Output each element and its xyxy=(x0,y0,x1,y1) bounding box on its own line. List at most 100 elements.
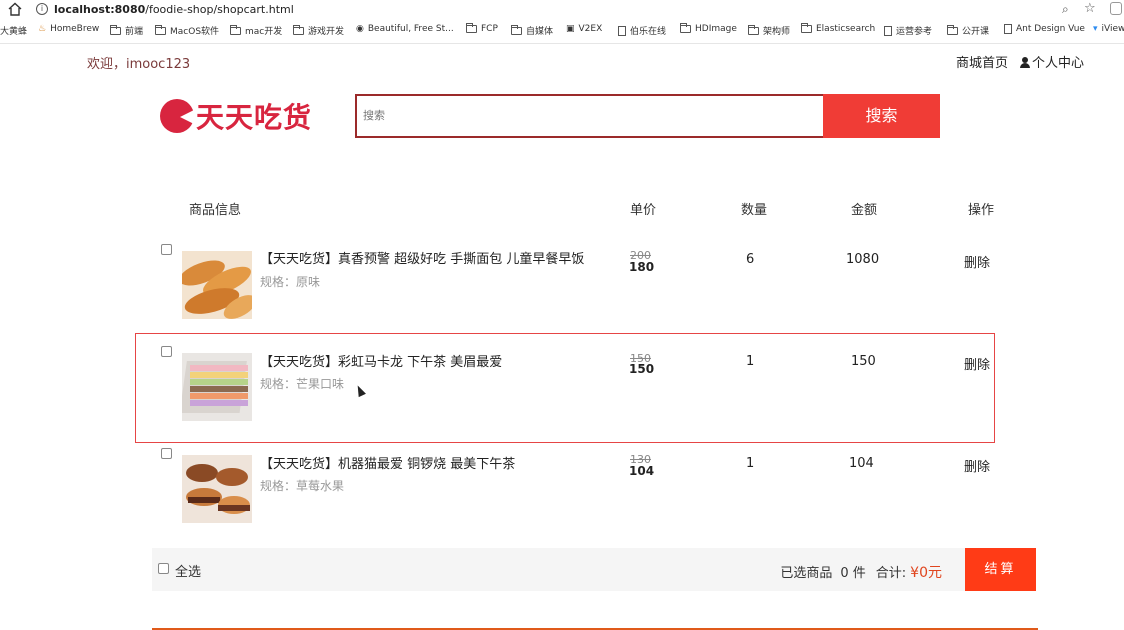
search-box xyxy=(355,94,823,138)
extension-shield-icon[interactable] xyxy=(1110,2,1122,15)
item-checkbox[interactable] xyxy=(161,448,172,459)
folder-icon xyxy=(466,23,477,33)
bookmark-label: Ant Design Vue xyxy=(1016,24,1085,34)
bookmark-item[interactable]: 大黄蜂 xyxy=(0,24,27,37)
bookmark-item[interactable]: 公开课 xyxy=(947,24,989,37)
header-product-info: 商品信息 xyxy=(189,203,242,218)
bookmark-item[interactable]: mac开发 xyxy=(230,24,282,37)
bookmark-item[interactable]: 游戏开发 xyxy=(293,24,344,37)
logo-mark-icon xyxy=(160,99,196,133)
amount-value: 150 xyxy=(851,354,876,369)
select-all-checkbox[interactable] xyxy=(158,563,169,574)
delete-button[interactable]: 删除 xyxy=(964,456,990,475)
bookmark-label: mac开发 xyxy=(245,27,283,37)
welcome-text: 欢迎，imooc123 xyxy=(87,57,191,72)
cart-row: 【天天吃货】真香预警 超级好吃 手撕面包 儿童早餐早饭 规格：原味 200 18… xyxy=(135,231,995,341)
page-icon xyxy=(618,25,626,36)
unit-price: 180 xyxy=(629,260,655,274)
logo-text: 天天吃货 xyxy=(196,101,313,134)
user-center-link[interactable]: 个人中心 xyxy=(1019,52,1084,71)
amount-value: 104 xyxy=(849,456,874,471)
bookmark-label: HDImage xyxy=(695,24,737,34)
url-path: /foodie-shop/shopcart.html xyxy=(145,3,294,16)
quantity-value: 6 xyxy=(746,252,755,267)
select-all-label[interactable]: 全选 xyxy=(175,561,201,580)
bookmark-label: 游戏开发 xyxy=(308,27,345,37)
bookmark-item[interactable]: FCP xyxy=(466,23,498,34)
zoom-icon[interactable]: ⌕ xyxy=(1062,2,1069,17)
product-spec: 规格：草莓水果 xyxy=(260,479,345,493)
macaron-image xyxy=(182,353,252,421)
folder-icon xyxy=(801,23,812,33)
amount-value: 1080 xyxy=(846,252,880,267)
quantity-value: 1 xyxy=(746,354,755,369)
product-image[interactable] xyxy=(182,353,252,421)
unit-price: 150 xyxy=(629,362,655,376)
bookmark-item[interactable]: Ant Design Vue xyxy=(1004,24,1085,34)
browser-chrome: i localhost:8080/foodie-shop/shopcart.ht… xyxy=(0,0,1124,44)
bookmark-item[interactable]: 伯乐在线 xyxy=(618,24,666,37)
item-checkbox[interactable] xyxy=(161,244,172,255)
product-name[interactable]: 【天天吃货】真香预警 超级好吃 手撕面包 儿童早餐早饭 xyxy=(260,248,584,267)
bookmark-item[interactable]: 自媒体 xyxy=(511,24,553,37)
cart-row: 【天天吃货】机器猫最爱 铜锣烧 最美下午茶 规格：草莓水果 130 104 1 … xyxy=(135,436,995,546)
product-name[interactable]: 【天天吃货】彩虹马卡龙 下午茶 美眉最爱 xyxy=(260,351,502,370)
bookmark-item[interactable]: ◉ Beautiful, Free St... xyxy=(356,24,454,34)
bookmark-item[interactable]: HDImage xyxy=(680,23,737,34)
bookmark-label: 运营参考 xyxy=(896,27,933,37)
item-checkbox[interactable] xyxy=(161,346,172,357)
selected-items-count: 0 件 xyxy=(840,566,866,581)
bookmarks-bar: 大黄蜂 ♨ HomeBrew 前端 MacOS软件 mac开发 游戏开发 ◉ Bea… xyxy=(0,22,1124,40)
product-image[interactable] xyxy=(182,251,252,319)
bookmark-label: 前端 xyxy=(125,27,144,37)
folder-icon xyxy=(680,23,691,33)
v2ex-icon: ▣ xyxy=(566,24,575,34)
bookmark-star-icon[interactable]: ☆ xyxy=(1084,1,1096,16)
url-host: localhost:8080 xyxy=(54,3,146,16)
bookmark-label: iView xyxy=(1101,24,1124,34)
bookmark-item[interactable]: 前端 xyxy=(110,24,143,37)
bookmark-item[interactable]: 架构师 xyxy=(748,24,790,37)
bookmark-label: Elasticsearch xyxy=(816,24,876,34)
home-icon[interactable] xyxy=(8,2,22,16)
address-bar[interactable]: i localhost:8080/foodie-shop/shopcart.ht… xyxy=(0,0,1124,20)
page-icon xyxy=(1004,24,1012,34)
folder-icon xyxy=(293,24,304,35)
checkout-button[interactable]: 结算 xyxy=(965,548,1036,591)
folder-icon xyxy=(511,24,522,35)
bookmark-label: 伯乐在线 xyxy=(630,27,667,37)
total-label: 合计: xyxy=(875,566,907,581)
cart-row-highlighted: 【天天吃货】彩虹马卡龙 下午茶 美眉最爱 规格：芒果口味 150 150 1 1… xyxy=(135,333,995,443)
page-icon xyxy=(884,25,892,36)
bookmark-label: V2EX xyxy=(578,24,603,34)
header-unit-price: 单价 xyxy=(630,203,657,218)
bookmark-label: 自媒体 xyxy=(526,27,554,37)
cart-summary: 已选商品 0 件 合计: ¥0元 xyxy=(780,562,942,582)
delete-button[interactable]: 删除 xyxy=(964,252,990,271)
selected-items-label: 已选商品 xyxy=(780,566,833,581)
bookmark-item[interactable]: 运营参考 xyxy=(884,24,932,37)
bookmark-label: HomeBrew xyxy=(50,24,100,34)
mall-home-link[interactable]: 商城首页 xyxy=(956,52,1008,71)
search-button[interactable]: 搜索 xyxy=(823,94,940,138)
product-name[interactable]: 【天天吃货】机器猫最爱 铜锣烧 最美下午茶 xyxy=(260,453,515,472)
dorayaki-image xyxy=(182,455,252,523)
bookmark-label: 公开课 xyxy=(962,27,990,37)
user-center-label: 个人中心 xyxy=(1031,56,1084,71)
bookmark-item[interactable]: MacOS软件 xyxy=(155,24,219,37)
url-text[interactable]: localhost:8080/foodie-shop/shopcart.html xyxy=(54,3,294,16)
search-input[interactable] xyxy=(357,96,823,136)
product-image[interactable] xyxy=(182,455,252,523)
header-amount: 金额 xyxy=(851,203,878,218)
bookmark-item[interactable]: Elasticsearch xyxy=(801,23,876,34)
delete-button[interactable]: 删除 xyxy=(964,354,990,373)
bookmark-item[interactable]: ♨ HomeBrew xyxy=(38,24,99,34)
site-logo[interactable]: 天天吃货 xyxy=(160,96,312,136)
iview-icon: ▾ xyxy=(1093,24,1098,34)
header-quantity: 数量 xyxy=(741,203,768,218)
bookmark-item[interactable]: ▾ iView xyxy=(1093,24,1124,34)
info-icon[interactable]: i xyxy=(36,3,48,15)
bookmark-item[interactable]: ▣ V2EX xyxy=(566,24,602,34)
user-icon xyxy=(1019,57,1030,68)
circle-icon: ◉ xyxy=(356,24,364,34)
